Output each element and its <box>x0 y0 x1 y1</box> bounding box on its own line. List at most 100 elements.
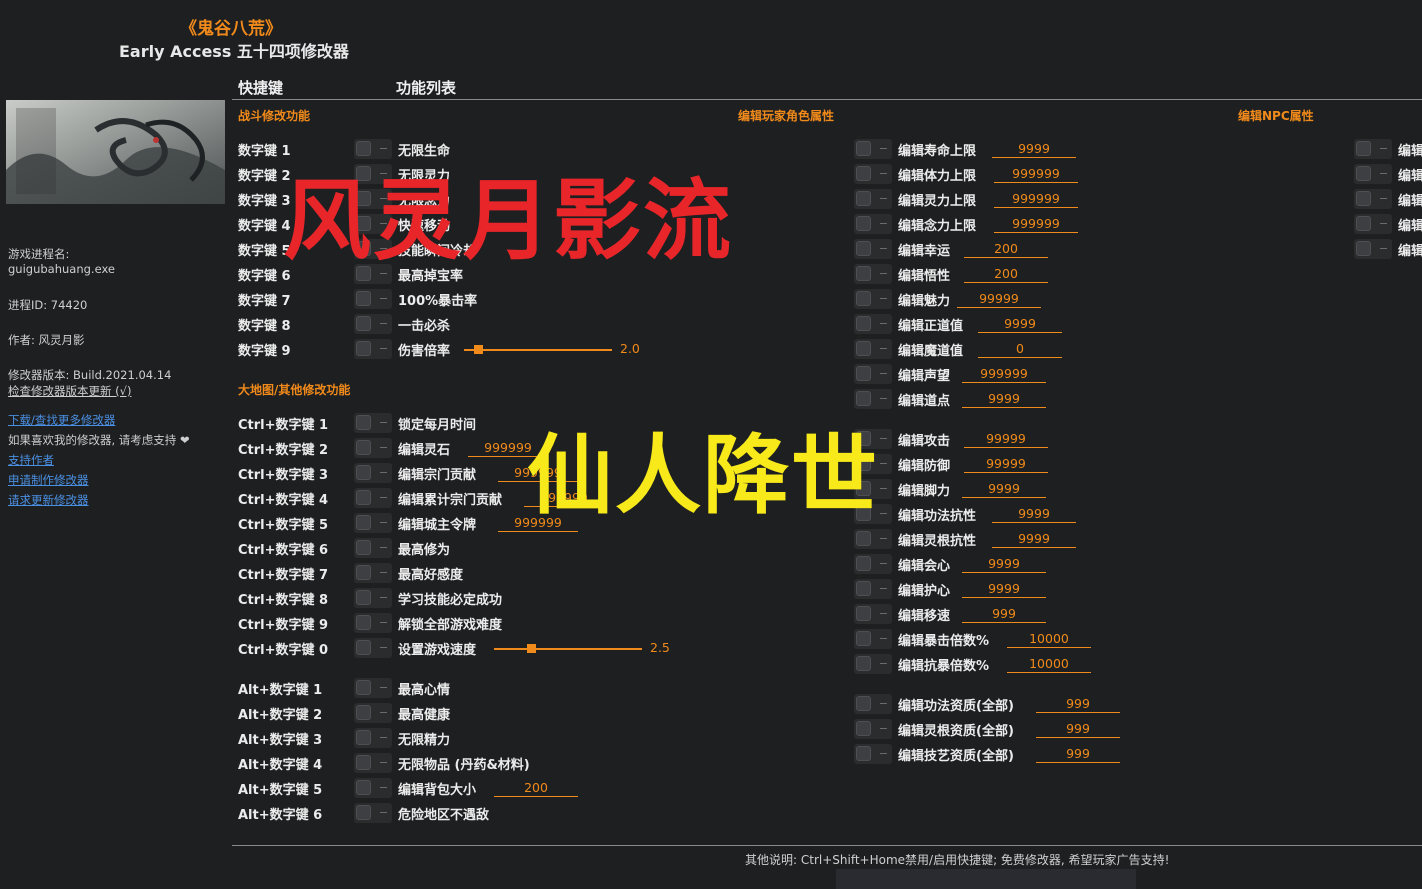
toggle-switch[interactable] <box>854 604 892 624</box>
toggle-switch[interactable] <box>854 314 892 334</box>
toggle-switch[interactable] <box>354 463 392 483</box>
value-input[interactable]: 999 <box>1036 746 1120 763</box>
slider-track[interactable] <box>464 349 612 351</box>
toggle-switch[interactable] <box>354 538 392 558</box>
toggle-switch[interactable] <box>354 413 392 433</box>
toggle-switch[interactable] <box>1354 239 1392 259</box>
value-input[interactable]: 10000 <box>1007 656 1091 673</box>
slider-track[interactable] <box>494 648 642 650</box>
toggle-mark <box>880 438 887 439</box>
toggle-switch[interactable] <box>354 488 392 508</box>
toggle-switch[interactable] <box>354 339 392 359</box>
toggle-switch[interactable] <box>354 563 392 583</box>
value-input[interactable]: 9999 <box>962 581 1046 598</box>
toggle-switch[interactable] <box>854 579 892 599</box>
value-input[interactable]: 9999 <box>962 481 1046 498</box>
toggle-switch[interactable] <box>354 513 392 533</box>
request-trainer-link[interactable]: 申请制作修改器 <box>8 472 89 488</box>
toggle-switch[interactable] <box>354 638 392 658</box>
toggle-switch[interactable] <box>854 554 892 574</box>
toggle-mark <box>1380 148 1387 149</box>
toggle-switch[interactable] <box>854 264 892 284</box>
toggle-switch[interactable] <box>354 438 392 458</box>
toggle-switch[interactable] <box>854 629 892 649</box>
support-text: 如果喜欢我的修改器, 请考虑支持 ❤ <box>8 433 190 447</box>
value-input[interactable]: 9999 <box>962 556 1046 573</box>
player-attr-label: 编辑魅力 <box>898 294 951 309</box>
value-input[interactable]: 999 <box>1036 721 1120 738</box>
toggle-switch[interactable] <box>354 803 392 823</box>
value-input[interactable]: 9999 <box>992 141 1076 158</box>
slider-thumb[interactable] <box>474 345 483 354</box>
value-input[interactable]: 99999 <box>964 431 1048 448</box>
toggle-switch[interactable] <box>354 678 392 698</box>
value-input[interactable]: 9999 <box>978 316 1062 333</box>
value-input[interactable]: 999 <box>1036 696 1120 713</box>
player-attr-label: 编辑正道值 <box>898 319 964 334</box>
player-attr-label: 编辑脚力 <box>898 484 951 499</box>
toggle-switch[interactable] <box>854 529 892 549</box>
value-input[interactable]: 9999 <box>992 506 1076 523</box>
toggle-switch[interactable] <box>354 289 392 309</box>
player-attr-label: 编辑幸运 <box>898 244 951 259</box>
toggle-knob <box>856 291 871 306</box>
toggle-switch[interactable] <box>354 703 392 723</box>
toggle-mark <box>880 348 887 349</box>
toggle-knob <box>356 565 371 580</box>
toggle-switch[interactable] <box>854 239 892 259</box>
support-author-link[interactable]: 支持作者 <box>8 452 54 468</box>
player-attr-label: 编辑会心 <box>898 559 951 574</box>
feature-label: 无限物品 (丹药&材料) <box>398 758 530 773</box>
toggle-switch[interactable] <box>354 753 392 773</box>
toggle-switch[interactable] <box>354 778 392 798</box>
toggle-switch[interactable] <box>854 139 892 159</box>
value-input[interactable]: 200 <box>964 266 1048 283</box>
hotkey-label: Ctrl+数字键 0 <box>238 643 329 658</box>
toggle-switch[interactable] <box>1354 189 1392 209</box>
request-update-link[interactable]: 请求更新修改器 <box>8 492 89 508</box>
value-input[interactable]: 999999 <box>962 366 1046 383</box>
toggle-knob <box>856 631 871 646</box>
value-input[interactable]: 999999 <box>994 166 1078 183</box>
toggle-mark <box>880 563 887 564</box>
check-update-link[interactable]: 检查修改器版本更新 (√) <box>8 383 131 399</box>
toggle-switch[interactable] <box>1354 139 1392 159</box>
toggle-switch[interactable] <box>1354 214 1392 234</box>
toggle-mark <box>880 173 887 174</box>
value-input[interactable]: 999999 <box>994 191 1078 208</box>
toggle-knob <box>356 316 371 331</box>
value-input[interactable]: 99999 <box>964 456 1048 473</box>
value-input[interactable]: 10000 <box>1007 631 1091 648</box>
download-more-link[interactable]: 下载/查找更多修改器 <box>8 412 115 428</box>
toggle-switch[interactable] <box>1354 164 1392 184</box>
toggle-mark <box>880 588 887 589</box>
toggle-switch[interactable] <box>354 588 392 608</box>
toggle-mark <box>880 248 887 249</box>
toggle-switch[interactable] <box>854 339 892 359</box>
toggle-switch[interactable] <box>354 314 392 334</box>
toggle-switch[interactable] <box>854 744 892 764</box>
toggle-knob <box>856 391 871 406</box>
value-input[interactable]: 9999 <box>962 391 1046 408</box>
toggle-switch[interactable] <box>854 364 892 384</box>
toggle-switch[interactable] <box>854 289 892 309</box>
value-input[interactable]: 999 <box>962 606 1046 623</box>
ad-banner[interactable] <box>836 869 1136 889</box>
toggle-mark <box>880 663 887 664</box>
toggle-switch[interactable] <box>854 694 892 714</box>
toggle-knob <box>356 755 371 770</box>
toggle-switch[interactable] <box>854 164 892 184</box>
value-input[interactable]: 999999 <box>994 216 1078 233</box>
value-input[interactable]: 200 <box>494 780 578 797</box>
toggle-switch[interactable] <box>854 719 892 739</box>
slider-thumb[interactable] <box>527 644 536 653</box>
toggle-switch[interactable] <box>354 613 392 633</box>
value-input[interactable]: 99999 <box>957 291 1041 308</box>
value-input[interactable]: 0 <box>978 341 1062 358</box>
toggle-switch[interactable] <box>854 654 892 674</box>
value-input[interactable]: 200 <box>964 241 1048 258</box>
toggle-switch[interactable] <box>854 189 892 209</box>
toggle-switch[interactable] <box>854 214 892 234</box>
toggle-switch[interactable] <box>354 728 392 748</box>
value-input[interactable]: 9999 <box>992 531 1076 548</box>
